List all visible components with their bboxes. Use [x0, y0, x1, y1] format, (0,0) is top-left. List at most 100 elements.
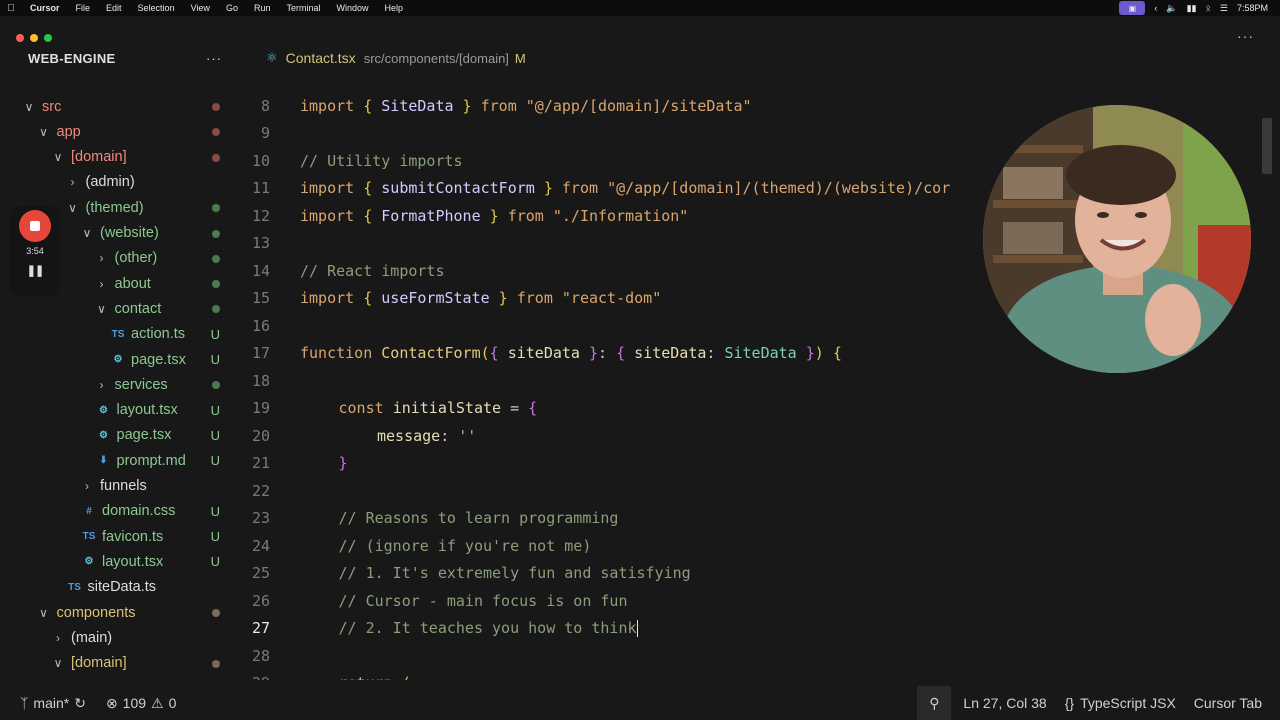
code-text: // (ignore if you're not me) [339, 537, 592, 555]
code-token: // Cursor - main focus is on fun [338, 591, 628, 610]
tree-file[interactable]: ⚙ page.tsx U [8, 347, 238, 372]
tree-folder[interactable]: ∨ components [8, 600, 238, 625]
code-line[interactable]: 21} [240, 450, 1280, 478]
tree-folder[interactable]: › funnels [8, 474, 238, 499]
menu-help[interactable]: Help [377, 3, 412, 13]
code-token: from [480, 96, 526, 115]
code-line[interactable]: 27 // 2. It teaches you how to think [240, 615, 1280, 643]
tree-file[interactable]: TS favicon.ts U [8, 524, 238, 549]
warning-icon: ⚠ [151, 694, 164, 711]
tree-file[interactable]: ⚙ page.tsx U [8, 423, 238, 448]
menu-terminal[interactable]: Terminal [278, 3, 328, 13]
code-line[interactable]: 19 const initialState = { [240, 395, 1280, 423]
branch-indicator[interactable]: ᛉ main* ↻ [20, 695, 86, 712]
chevron-down-icon[interactable]: ∨ [66, 201, 80, 215]
chevron-down-icon[interactable]: ∨ [51, 656, 65, 670]
control-center-icon[interactable]: ☰ [1220, 3, 1228, 14]
chevron-down-icon[interactable]: ∨ [80, 226, 94, 240]
menu-file[interactable]: File [68, 3, 99, 13]
language-mode[interactable]: TypeScript JSX [1080, 695, 1176, 711]
zoom-icon[interactable]: ⚲ [917, 686, 952, 720]
tree-folder[interactable]: ∨ contact [8, 296, 238, 321]
bluetooth-icon[interactable]: ᛟ [1205, 3, 1210, 13]
menubar-status-area: ▣ ‹ 🔈 ▮▮ ᛟ ☰ 7:58PM [1119, 1, 1280, 15]
battery-icon[interactable]: ▮▮ [1187, 3, 1197, 14]
line-number: 14 [251, 261, 270, 280]
code-line[interactable]: 26 // Cursor - main focus is on fun [240, 587, 1280, 615]
tab-contact-tsx[interactable]: Contact.tsx [286, 50, 356, 66]
code-token: import [300, 206, 364, 225]
code-token: ( [402, 674, 411, 680]
chevron-down-icon[interactable]: ∨ [37, 125, 51, 139]
chevron-down-icon[interactable]: ∨ [95, 302, 109, 316]
chevron-right-icon[interactable]: › [66, 175, 80, 189]
editor-scrollbar[interactable] [1262, 118, 1272, 174]
cursor-position[interactable]: Ln 27, Col 38 [963, 695, 1046, 711]
menu-edit[interactable]: Edit [98, 3, 130, 13]
chevron-down-icon[interactable]: ∨ [37, 606, 51, 620]
code-token: message [377, 426, 441, 445]
tree-item-label: favicon.ts [102, 528, 164, 545]
code-text: // Reasons to learn programming [339, 509, 619, 527]
tree-folder[interactable]: ∨ [domain] [8, 651, 238, 670]
tree-folder[interactable]: ∨ src [8, 94, 238, 119]
code-text: // 1. It's extremely fun and satisfying [339, 564, 691, 582]
line-number: 26 [251, 591, 270, 610]
apple-icon[interactable]:  [0, 3, 22, 14]
untracked-badge: U [210, 402, 220, 418]
sync-icon[interactable]: ↻ [74, 695, 86, 712]
code-line[interactable]: 25 // 1. It's extremely fun and satisfyin… [240, 560, 1280, 588]
tab-path: src/components/[domain] [363, 50, 509, 66]
tree-folder[interactable]: › services [8, 372, 238, 397]
menubar-clock[interactable]: 7:58PM [1237, 3, 1268, 13]
code-line[interactable]: 28 [240, 642, 1280, 670]
cursor-tab-status[interactable]: Cursor Tab [1194, 695, 1262, 711]
pause-icon[interactable]: ❚❚ [27, 264, 44, 277]
tree-folder[interactable]: ∨ app [8, 119, 238, 144]
code-line[interactable]: 29 return ( [240, 670, 1280, 680]
tree-file[interactable]: TS siteData.ts [8, 575, 238, 600]
menu-view[interactable]: View [183, 3, 218, 13]
tree-folder[interactable]: › (admin) [8, 170, 238, 195]
tree-file[interactable]: ⚙ layout.tsx U [8, 549, 238, 574]
untracked-badge: U [210, 453, 220, 469]
code-token: from [561, 179, 608, 198]
explorer-more-icon[interactable]: ··· [206, 51, 222, 66]
menu-selection[interactable]: Selection [130, 3, 183, 13]
tree-item-label: services [114, 376, 168, 393]
code-token: import [300, 289, 364, 308]
menu-go[interactable]: Go [218, 3, 246, 13]
tree-file[interactable]: ⬇ prompt.md U [8, 448, 238, 473]
md-file-icon: ⬇ [99, 455, 108, 467]
code-text: import { FormatPhone } from "./Informati… [300, 207, 688, 225]
change-dot-badge [212, 226, 220, 241]
chevron-right-icon[interactable]: › [80, 479, 94, 493]
chevron-right-icon[interactable]: › [95, 251, 109, 265]
tree-folder[interactable]: › (main) [8, 625, 238, 650]
menu-window[interactable]: Window [328, 3, 376, 13]
menu-app-name[interactable]: Cursor [22, 3, 68, 13]
tree-file[interactable]: # domain.css U [8, 499, 238, 524]
chevron-left-icon[interactable]: ‹ [1154, 3, 1157, 13]
chevron-right-icon[interactable]: › [51, 631, 65, 645]
problems-indicator[interactable]: ⊗ 109 ⚠ 0 [106, 695, 176, 712]
code-line[interactable]: 24 // (ignore if you're not me) [240, 532, 1280, 560]
code-line[interactable]: 22 [240, 477, 1280, 505]
menu-run[interactable]: Run [246, 3, 279, 13]
code-token: const [338, 399, 393, 418]
screen-record-icon[interactable]: ▣ [1119, 1, 1146, 15]
tree-file[interactable]: ⚙ layout.tsx U [8, 398, 238, 423]
code-line[interactable]: 20 message: '' [240, 422, 1280, 450]
line-number: 16 [251, 316, 270, 335]
volume-icon[interactable]: 🔈 [1166, 3, 1177, 14]
braces-icon[interactable]: {} [1065, 695, 1074, 711]
tree-folder[interactable]: ∨ [domain] [8, 145, 238, 170]
stop-recording-button[interactable] [19, 210, 51, 242]
code-line[interactable]: 23 // Reasons to learn programming [240, 505, 1280, 533]
code-token: SiteData [381, 96, 454, 115]
chevron-down-icon[interactable]: ∨ [51, 150, 65, 164]
chevron-right-icon[interactable]: › [95, 378, 109, 392]
tree-file[interactable]: TS action.ts U [8, 322, 238, 347]
chevron-right-icon[interactable]: › [95, 277, 109, 291]
chevron-down-icon[interactable]: ∨ [22, 100, 36, 114]
